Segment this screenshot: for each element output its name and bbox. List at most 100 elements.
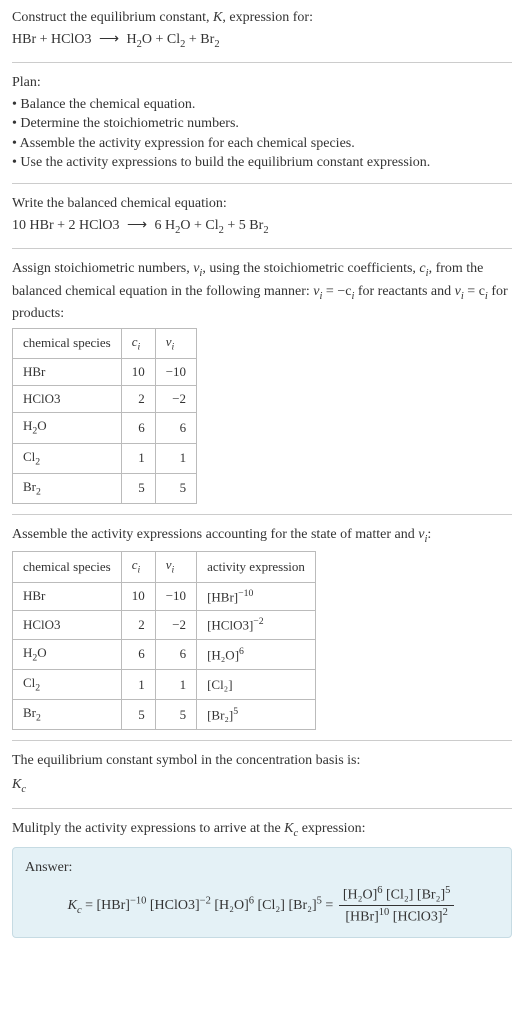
table-header-row: chemical species ci νi [13, 328, 197, 358]
intro-equation: HBr + HClO3 ⟶ H2O + Cl2 + Br2 [12, 30, 512, 52]
colon: : [427, 527, 431, 542]
cell-species: Cl2 [13, 669, 122, 699]
assemble-a: Assemble the activity expressions accoun… [12, 527, 418, 542]
balanced-title: Write the balanced chemical equation: [12, 194, 512, 214]
cell-species: Cl2 [13, 443, 122, 473]
cell-activity: [H₂O]6 [197, 639, 316, 669]
cell-ci: 1 [121, 443, 155, 473]
cell-ci: 5 [121, 700, 155, 730]
cell-vi: 6 [155, 639, 196, 669]
divider [12, 248, 512, 249]
assemble-block: Assemble the activity expressions accoun… [12, 525, 512, 730]
plan-item: Use the activity expressions to build th… [12, 153, 512, 173]
divider [12, 514, 512, 515]
cell-vi: −2 [155, 611, 196, 640]
cell-ci: 1 [121, 669, 155, 699]
bal-lhs: 10 HBr + 2 HClO3 [12, 218, 119, 233]
cell-species: H2O [13, 413, 122, 443]
eq: = [322, 898, 337, 913]
K: K [12, 777, 21, 792]
plan-item: Determine the stoichiometric numbers. [12, 114, 512, 134]
assemble-text: Assemble the activity expressions accoun… [12, 525, 512, 547]
answer-equation: Kc = [HBr]−10 [HClO3]−2 [H₂O]6 [Cl₂] [Br… [25, 884, 499, 928]
answer-box: Answer: Kc = [HBr]−10 [HClO3]−2 [H₂O]6 [… [12, 847, 512, 938]
cell-ci: 2 [121, 386, 155, 413]
assign-b: , using the stoichiometric coefficients, [202, 261, 419, 276]
balanced-equation: 10 HBr + 2 HClO3 ⟶ 6 H2O + Cl2 + 5 Br2 [12, 216, 512, 238]
intro-block: Construct the equilibrium constant, K, e… [12, 8, 512, 52]
intro-prefix: Construct the equilibrium constant, [12, 10, 213, 25]
plan-item: Balance the chemical equation. [12, 95, 512, 115]
kc-symbol: Kc [12, 775, 512, 797]
K: K [284, 821, 293, 836]
K-sub: c [21, 784, 26, 795]
bal-rhs-h: 6 H [155, 218, 176, 233]
term: [H₂O] [211, 898, 249, 913]
cell-vi: 1 [155, 669, 196, 699]
activity-table: chemical species ci νi activity expressi… [12, 551, 316, 730]
plan-item: Assemble the activity expression for eac… [12, 134, 512, 154]
assign-a: Assign stoichiometric numbers, [12, 261, 193, 276]
cell-vi: −10 [155, 582, 196, 611]
assign-d: for reactants and [354, 284, 454, 299]
table-row: HClO3 2 −2 [13, 386, 197, 413]
plan-list: Balance the chemical equation. Determine… [12, 95, 512, 173]
exp: −10 [130, 895, 146, 906]
cell-species: HBr [13, 358, 122, 385]
col-species: chemical species [13, 328, 122, 358]
arrow-icon: ⟶ [123, 216, 151, 236]
eqn-rhs-br2: 2 [214, 38, 219, 49]
assign-block: Assign stoichiometric numbers, νi , using… [12, 259, 512, 504]
stoich-table: chemical species ci νi HBr 10 −10 HClO3 … [12, 328, 197, 504]
divider [12, 62, 512, 63]
cell-vi: −10 [155, 358, 196, 385]
kc-basis-text: The equilibrium constant symbol in the c… [12, 751, 512, 771]
col-activity: activity expression [197, 552, 316, 582]
frac-num: [H₂O]6 [Cl₂] [Br₂]5 [339, 884, 455, 906]
frac-den: [HBr]10 [HClO3]2 [339, 906, 455, 927]
cell-activity: [HBr]−10 [197, 582, 316, 611]
balanced-block: Write the balanced chemical equation: 10… [12, 194, 512, 238]
eqn-rhs-ocl: O + Cl [142, 32, 180, 47]
assign-text: Assign stoichiometric numbers, νi, using… [12, 259, 512, 324]
cell-species: HClO3 [13, 611, 122, 640]
table-row: Cl2 1 1 [13, 443, 197, 473]
table-row: Br2 5 5 [13, 473, 197, 503]
kc-basis-block: The equilibrium constant symbol in the c… [12, 751, 512, 797]
arrow-icon: ⟶ [95, 30, 123, 50]
intro-text: Construct the equilibrium constant, K, e… [12, 8, 512, 28]
mult-a: Mulitply the activity expressions to arr… [12, 821, 284, 836]
eq: = [82, 898, 97, 913]
cell-species: Br2 [13, 700, 122, 730]
eqn-lhs: HBr + HClO3 [12, 32, 91, 47]
plan-title: Plan: [12, 73, 512, 93]
bal-rhs-ocl: O + Cl [180, 218, 218, 233]
col-vi: νi [155, 328, 196, 358]
col-ci: ci [121, 552, 155, 582]
term: [HClO3] [146, 898, 199, 913]
bal-rhs-br2: 2 [263, 224, 268, 235]
table-header-row: chemical species ci νi activity expressi… [13, 552, 316, 582]
cell-vi: 5 [155, 473, 196, 503]
cell-vi: 6 [155, 413, 196, 443]
eq1r: = −c [322, 284, 351, 299]
eqn-rhs-h: H [127, 32, 137, 47]
divider [12, 808, 512, 809]
cell-ci: 2 [121, 611, 155, 640]
cell-activity: [Cl₂] [197, 669, 316, 699]
cell-vi: −2 [155, 386, 196, 413]
term: [HBr] [97, 898, 130, 913]
intro-suffix: , expression for: [222, 10, 313, 25]
multiply-text: Mulitply the activity expressions to arr… [12, 819, 512, 841]
eq2r: = c [464, 284, 485, 299]
fraction: [H₂O]6 [Cl₂] [Br₂]5[HBr]10 [HClO3]2 [339, 884, 455, 928]
col-species: chemical species [13, 552, 122, 582]
divider [12, 740, 512, 741]
eqn-rhs-br: + Br [185, 32, 214, 47]
table-row: H2O 6 6 [H₂O]6 [13, 639, 316, 669]
cell-activity: [HClO3]−2 [197, 611, 316, 640]
cell-ci: 6 [121, 413, 155, 443]
exp: −2 [200, 895, 211, 906]
col-vi: νi [155, 552, 196, 582]
cell-ci: 10 [121, 358, 155, 385]
